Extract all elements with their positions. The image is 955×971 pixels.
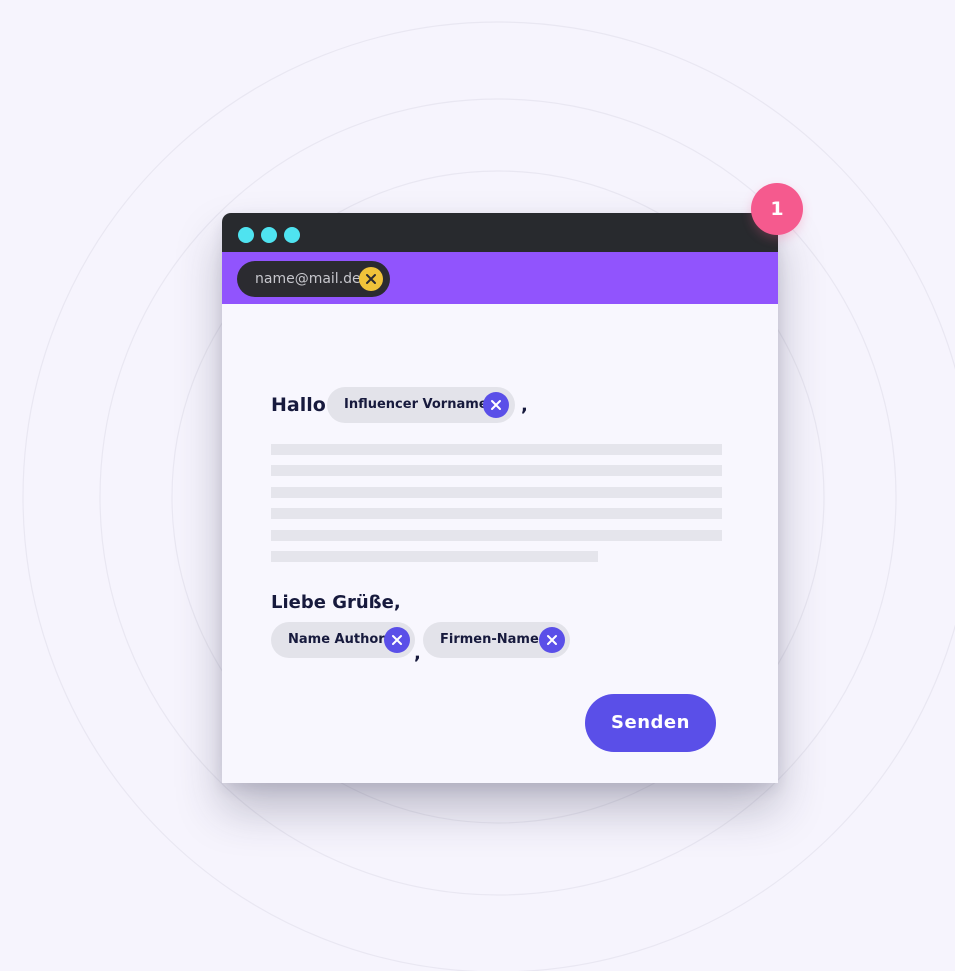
influencer-name-chip: Influencer Vorname <box>327 387 515 423</box>
separator-comma: , <box>414 643 421 664</box>
chip-label: Firmen-Name <box>440 632 539 647</box>
recipient-bar: name@mail.de <box>222 252 778 304</box>
text-placeholder-line <box>271 551 598 562</box>
remove-recipient-button[interactable] <box>359 267 383 291</box>
recipient-email: name@mail.de <box>255 271 361 287</box>
window-titlebar <box>222 213 778 252</box>
window-dot-icon <box>238 227 254 243</box>
remove-author-name-button[interactable] <box>384 627 410 653</box>
send-button[interactable]: Senden <box>585 694 716 752</box>
chip-label: Name Author <box>288 632 385 647</box>
close-icon <box>491 400 501 410</box>
close-icon <box>392 635 402 645</box>
close-icon <box>366 274 376 284</box>
text-placeholder-line <box>271 508 722 519</box>
email-window: name@mail.de Hallo Influencer Vorname , … <box>222 213 778 783</box>
text-placeholder-line <box>271 530 722 541</box>
greeting-comma: , <box>521 395 528 416</box>
chip-label: Influencer Vorname <box>344 397 488 412</box>
text-placeholder-line <box>271 487 722 498</box>
window-dot-icon <box>261 227 277 243</box>
remove-influencer-name-button[interactable] <box>483 392 509 418</box>
author-name-chip: Name Author <box>271 622 415 658</box>
close-icon <box>547 635 557 645</box>
step-number-badge: 1 <box>751 183 803 235</box>
window-dot-icon <box>284 227 300 243</box>
greeting-text: Hallo <box>271 394 326 416</box>
text-placeholder-line <box>271 465 722 476</box>
remove-company-name-button[interactable] <box>539 627 565 653</box>
text-placeholder-line <box>271 444 722 455</box>
company-name-chip: Firmen-Name <box>423 622 570 658</box>
recipient-chip: name@mail.de <box>237 261 390 297</box>
signoff-text: Liebe Grüße, <box>271 592 401 613</box>
